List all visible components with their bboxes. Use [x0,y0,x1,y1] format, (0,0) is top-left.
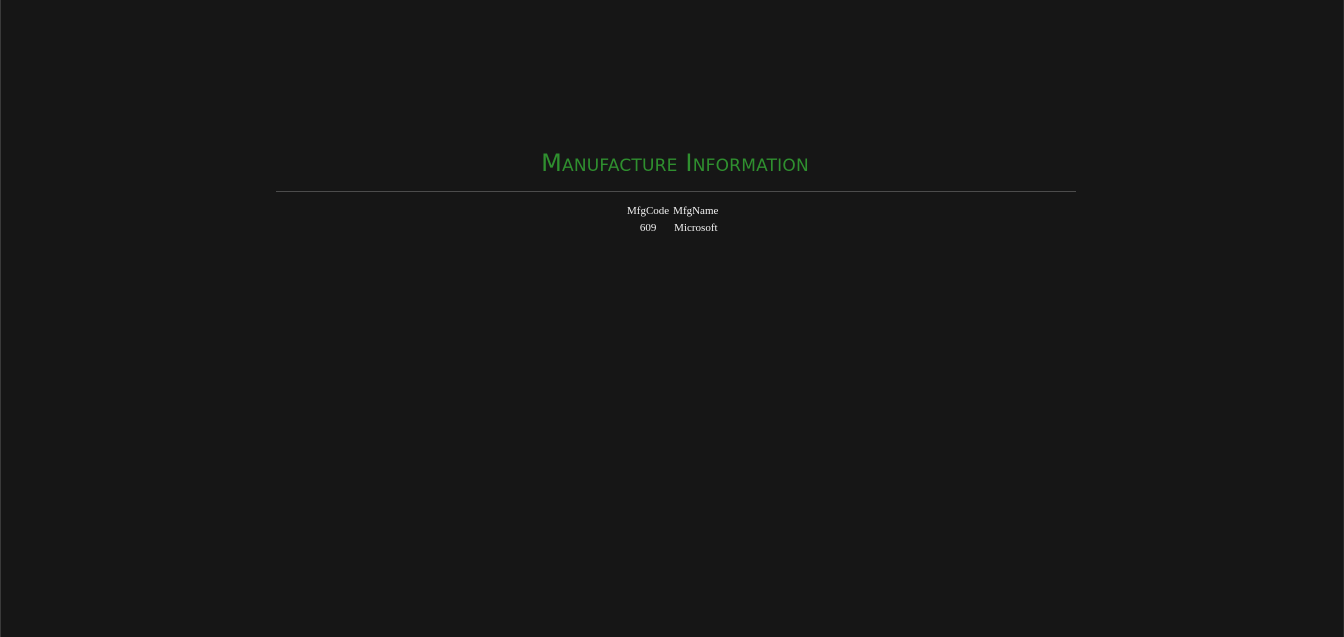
table-row: 609 Microsoft [625,219,720,236]
left-border [0,0,1,637]
table-header-row: MfgCode MfgName [625,202,720,219]
cell-mfgcode: 609 [639,221,657,234]
column-header-mfgcode: MfgCode [627,204,670,217]
title-divider [276,191,1076,192]
cell-mfgname: Microsoft [674,221,718,234]
column-header-mfgname: MfgName [673,204,719,217]
manufacturer-table: MfgCode MfgName 609 Microsoft [625,202,720,236]
page-title: Manufacture Information [541,149,809,177]
